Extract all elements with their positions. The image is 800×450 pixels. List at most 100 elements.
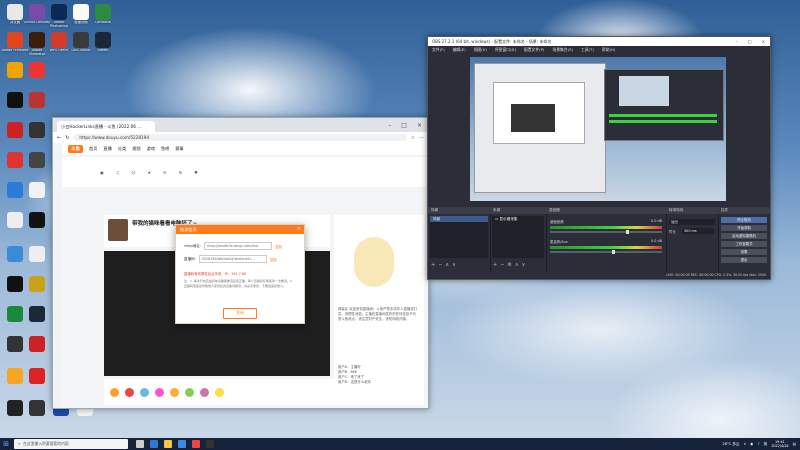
menu-edit[interactable]: 编辑(E) [453,46,466,53]
close-icon[interactable]: × [417,122,422,129]
gift-icon[interactable] [215,387,224,397]
desktop-icon[interactable] [24,336,50,366]
nav-item[interactable]: 赛事 [175,146,183,152]
gift-icon[interactable] [140,387,149,397]
category-icon[interactable]: ♫ [116,170,120,175]
transition-select[interactable]: 淡出 [669,219,715,225]
gift-icon[interactable] [110,387,119,397]
gear-icon[interactable]: ⚙ [507,262,514,268]
key-field[interactable]: 5228194rWoOrwCq?wsSecret=... [199,255,267,263]
task-view-icon[interactable] [136,440,144,448]
slider-knob[interactable] [611,250,615,254]
start-recording-button[interactable]: 开始录制 [721,225,767,231]
desktop-icon[interactable] [24,400,50,430]
minimize-icon[interactable]: – [388,122,391,129]
chevron-up-icon[interactable]: ∧ [744,442,747,446]
desktop-icon[interactable] [24,92,50,122]
file-explorer-icon[interactable] [164,440,172,448]
close-icon[interactable]: × [297,225,301,234]
avatar[interactable] [108,219,128,241]
copy-key-button[interactable]: 复制 [270,257,277,262]
nav-item[interactable]: 首页 [89,146,97,152]
gift-icon[interactable] [185,387,194,397]
douyu-logo[interactable]: 斗鱼 [68,145,83,153]
down-icon[interactable]: ∨ [452,262,459,268]
gift-icon[interactable] [155,387,164,397]
desktop-icon[interactable] [24,122,50,152]
category-icon[interactable]: ☺ [131,170,135,175]
desktop-icon[interactable]: Steam [90,32,116,62]
volume-slider[interactable] [550,250,662,254]
exit-button[interactable]: 退出 [721,257,767,263]
duration-input[interactable]: 300 ms [682,228,714,234]
settings-button[interactable]: 设置 [721,249,767,255]
category-icon[interactable]: ▣ [100,170,104,175]
nav-item[interactable]: 分类 [118,146,126,152]
gift-icon[interactable] [200,387,209,397]
desktop-icon[interactable] [24,182,50,212]
desktop-icon[interactable] [24,152,50,182]
close-dialog-button[interactable]: 关闭 [223,308,257,319]
up-icon[interactable]: ∧ [515,262,522,268]
clock[interactable]: 19:41 2022/4/26 [771,440,788,448]
copy-server-button[interactable]: 复制 [275,244,282,249]
menu-tools[interactable]: 工具(T) [581,46,594,53]
nav-item[interactable]: 游戏 [147,146,155,152]
star-icon[interactable]: ☆ [411,135,415,141]
weather-text[interactable]: 28°C 多云 [722,442,739,447]
obs-taskbar-icon[interactable] [206,440,214,448]
volume-icon[interactable]: ♪ [757,442,759,446]
ime-indicator[interactable]: 英 [764,442,768,447]
volume-slider[interactable] [550,230,662,234]
menu-profile[interactable]: 配置文件(P) [524,46,544,53]
back-icon[interactable]: ← [57,135,61,141]
url-field[interactable]: https://www.douyu.com/5228194 [73,134,407,141]
maximize-icon[interactable]: □ [401,122,407,129]
reload-icon[interactable]: ↻ [65,135,69,141]
category-icon[interactable]: ✉ [163,170,166,175]
slider-knob[interactable] [626,230,630,234]
menu-help[interactable]: 帮助(H) [602,46,615,53]
nav-item[interactable]: 视频 [132,146,140,152]
menu-docks[interactable]: 停靠窗口(D) [495,46,516,53]
obs-window[interactable]: OBS 27.2.1 (64 bit, windows) - 配置文件: 未命名… [427,36,771,280]
stop-streaming-button[interactable]: 停止推流 [721,217,767,223]
obs-preview[interactable] [470,57,726,201]
maximize-icon[interactable]: □ [748,37,752,46]
server-field[interactable]: rtmp://sendtc3a.douyu.com/live [204,242,273,250]
app-icon[interactable] [192,440,200,448]
scene-item[interactable]: 场景 [430,216,488,222]
nav-item[interactable]: 鱼吧 [161,146,169,152]
menu-icon[interactable]: ⋯ [419,135,424,141]
notification-icon[interactable]: ▤ [793,442,796,446]
gift-icon[interactable] [170,387,179,397]
taskbar-search[interactable]: ⌕ 在这里输入你要搜索的内容 [14,439,128,449]
desktop-icon[interactable] [24,246,50,276]
desktop-icon[interactable] [24,306,50,336]
desktop-icon[interactable]: Camtasia [90,4,116,34]
nav-item[interactable]: 直播 [103,146,111,152]
edge-icon[interactable] [150,440,158,448]
sources-dock: 来源 ▭ 显示器采集 +−⚙∧∨ [490,207,547,279]
desktop-icon[interactable] [24,62,50,92]
minimize-icon[interactable]: – [736,37,738,46]
gift-icon[interactable] [125,387,134,397]
menu-file[interactable]: 文件(F) [432,46,445,53]
desktop-icon[interactable] [24,212,50,242]
desktop-icon[interactable] [24,276,50,306]
windows-start-icon[interactable]: ⊞ [0,438,12,450]
down-icon[interactable]: ∨ [522,262,529,268]
virtual-camera-button[interactable]: 启动虚拟摄像机 [721,233,767,239]
menu-view[interactable]: 视图(V) [474,46,487,53]
studio-mode-button[interactable]: 工作室模式 [721,241,767,247]
store-icon[interactable] [178,440,186,448]
browser-tab[interactable]: 小五HackerLinks直播 - 斗鱼 (2022.06 ... [57,121,155,132]
desktop-icon[interactable] [24,368,50,398]
network-icon[interactable]: ◉ [750,442,753,446]
category-icon[interactable]: ★ [148,170,152,175]
category-icon[interactable]: ⚙ [179,170,183,175]
menu-scene-collection[interactable]: 场景集合(S) [552,46,573,53]
source-item[interactable]: ▭ 显示器采集 [492,216,544,222]
close-icon[interactable]: × [762,37,765,46]
category-icon[interactable]: ♥ [194,170,198,175]
